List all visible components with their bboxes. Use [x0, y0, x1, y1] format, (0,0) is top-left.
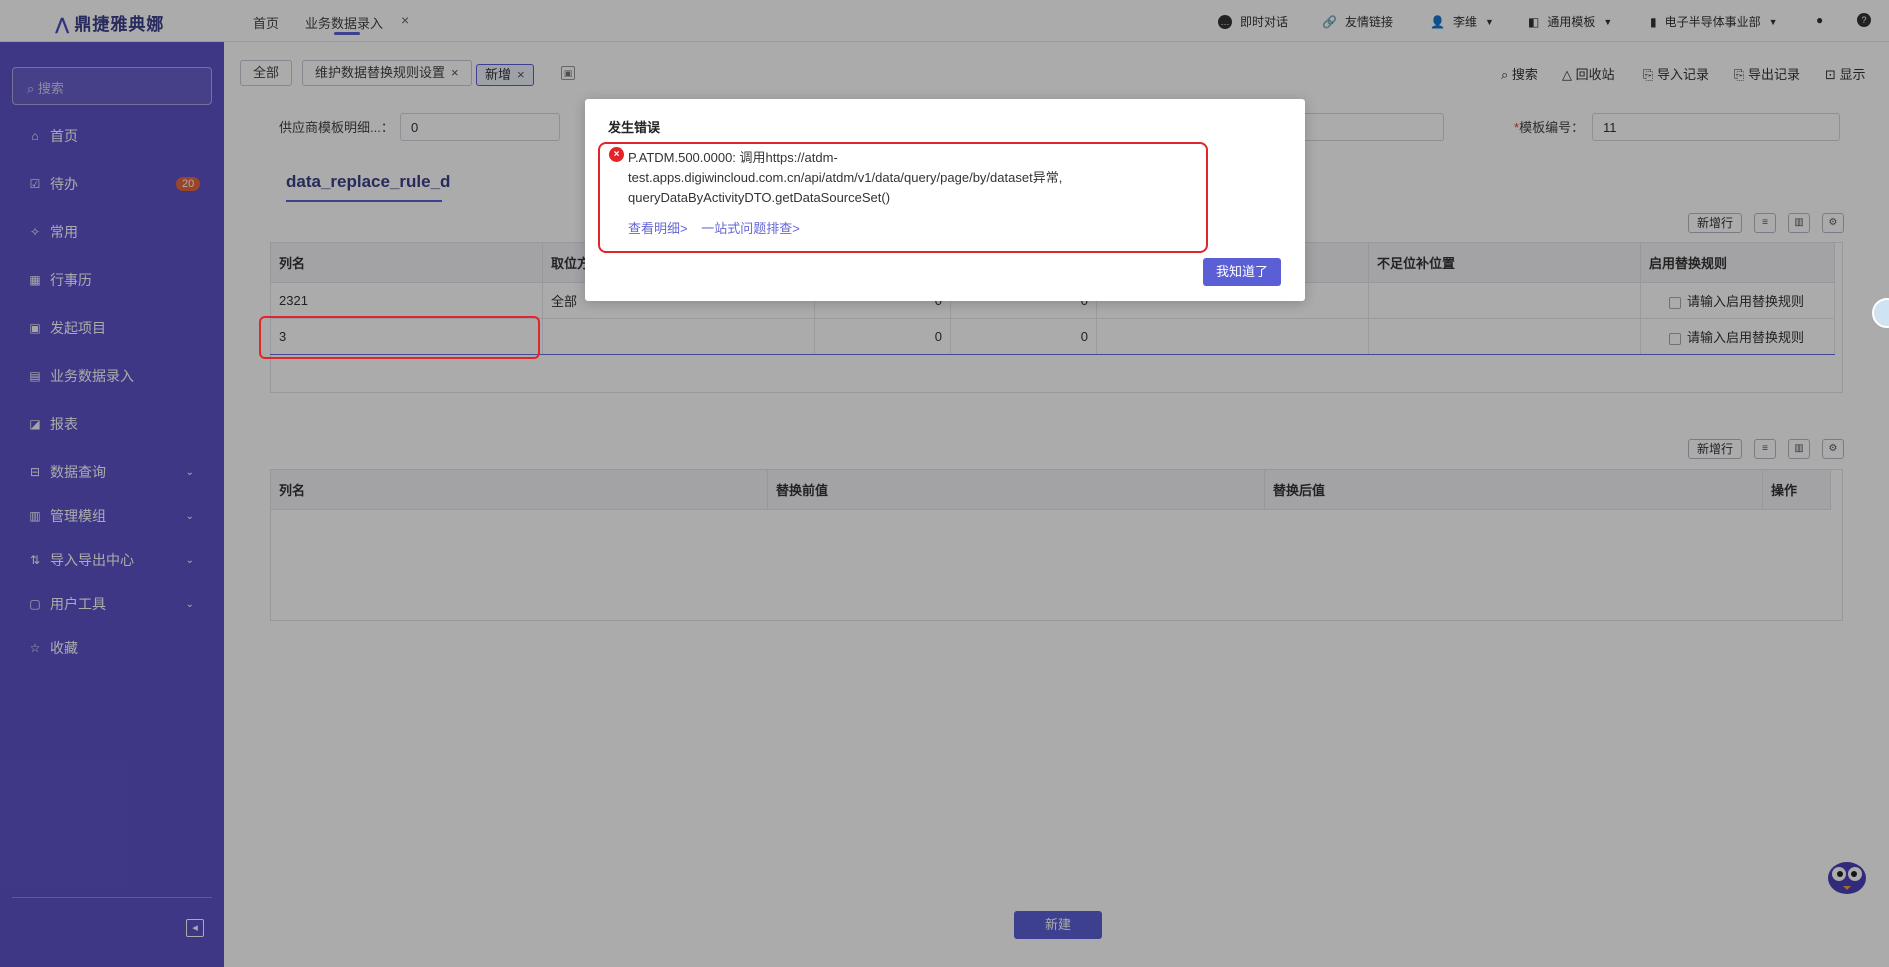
dialog-title: 发生错误: [608, 120, 661, 135]
error-icon: ×: [609, 147, 624, 162]
error-message: P.ATDM.500.0000: 调用https://atdm- test.ap…: [628, 148, 1183, 208]
error-line-1: P.ATDM.500.0000: 调用https://atdm-: [628, 150, 838, 165]
view-detail-link[interactable]: 查看明细>: [628, 221, 688, 236]
error-dialog: 发生错误 × P.ATDM.500.0000: 调用https://atdm- …: [585, 99, 1305, 301]
error-line-3: queryDataByActivityDTO.getDataSourceSet(…: [628, 190, 891, 205]
error-line-2: test.apps.digiwincloud.com.cn/api/atdm/v…: [628, 170, 1063, 185]
troubleshoot-link[interactable]: 一站式问题排查>: [701, 221, 800, 236]
error-links: 查看明细> 一站式问题排查>: [628, 218, 810, 237]
invalid-cell-highlight: [259, 316, 540, 359]
acknowledge-button[interactable]: 我知道了: [1203, 258, 1281, 286]
